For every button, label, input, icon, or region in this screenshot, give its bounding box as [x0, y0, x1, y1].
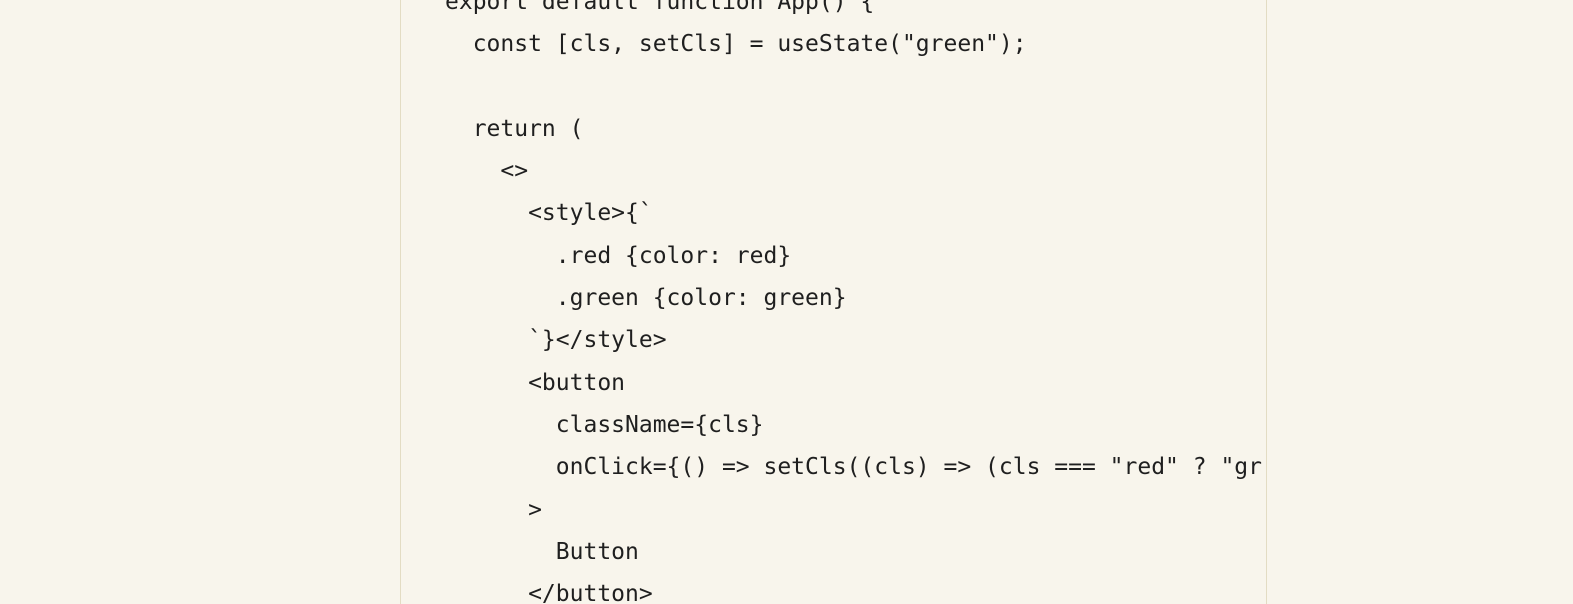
code-line: > — [445, 496, 542, 523]
code-line: <button — [445, 369, 626, 396]
page: export default function App() { const [c… — [0, 0, 1573, 604]
code-line: .green {color: green} — [445, 285, 847, 312]
code-block: export default function App() { const [c… — [445, 0, 1262, 604]
code-line: <style>{` — [445, 200, 653, 227]
code-line: Button — [445, 538, 639, 565]
code-line: export default function App() { — [445, 0, 875, 15]
code-line: .red {color: red} — [445, 242, 792, 269]
code-line: const [cls, setCls] = useState("green"); — [445, 31, 1027, 58]
code-panel: export default function App() { const [c… — [400, 0, 1267, 604]
code-line: <> — [445, 158, 529, 185]
code-line: `}</style> — [445, 327, 667, 354]
code-line: className={cls} — [445, 411, 764, 438]
code-line: onClick={() => setCls((cls) => (cls === … — [445, 454, 1262, 481]
code-line: return ( — [445, 115, 584, 142]
code-line: </button> — [445, 581, 653, 604]
